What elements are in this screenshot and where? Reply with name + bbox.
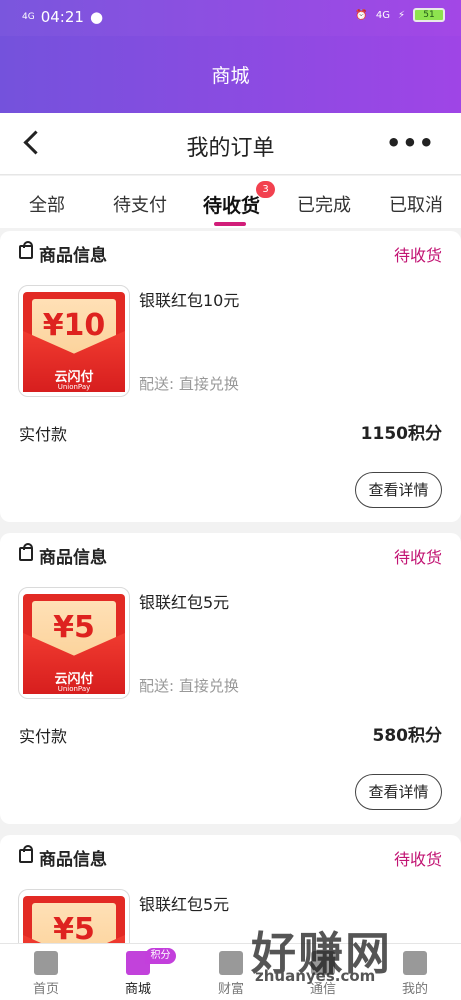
tab-pending-receipt[interactable]: 待收货	[203, 191, 260, 218]
delivery-method: 配送: 直接兑换	[139, 677, 239, 695]
status-bar: 4G 04:21 ● ⏰ 4G ⚡ 51	[0, 0, 461, 36]
order-status: 待收货	[393, 548, 442, 567]
order-tabs: 全部 待支付 待收货 3 已完成 已取消	[0, 176, 461, 228]
coupon-value: ¥5	[53, 610, 95, 645]
shopping-bag-icon	[19, 845, 33, 863]
header-banner: 商城	[0, 36, 461, 113]
view-details-button[interactable]: 查看详情	[355, 472, 442, 508]
order-card: 商品信息 待收货 ¥10 云闪付 UnionPay 银联红包10元 配送: 直接…	[0, 231, 461, 522]
pending-receipt-badge: 3	[256, 181, 275, 198]
tab-pending-payment[interactable]: 待支付	[113, 191, 167, 217]
watermark-logo: 好赚网 zhuanyes.com	[251, 917, 451, 997]
paid-value: 1150积分	[360, 424, 442, 444]
home-icon	[34, 951, 58, 975]
network-type: 4G	[375, 9, 390, 21]
more-button[interactable]: •••	[386, 129, 435, 157]
alarm-icon: ⏰	[355, 9, 368, 21]
delivery-method: 配送: 直接兑换	[139, 375, 239, 393]
order-status: 待收货	[393, 850, 442, 869]
order-card: 商品信息 待收货 ¥5 云闪付 UnionPay 银联红包5元 配送: 直接兑换…	[0, 533, 461, 824]
bottom-nav-label: 商城	[124, 982, 151, 997]
active-tab-indicator	[214, 222, 246, 226]
tab-all[interactable]: 全部	[29, 191, 65, 217]
page-title: 商城	[211, 65, 250, 87]
points-badge: 积分	[145, 948, 176, 964]
charging-icon: ⚡	[397, 9, 405, 21]
tab-cancelled[interactable]: 已取消	[389, 191, 443, 217]
wallet-icon	[219, 951, 243, 975]
signal-indicator: 4G	[22, 11, 35, 22]
red-envelope-icon: ¥5 云闪付 UnionPay	[23, 594, 125, 694]
paid-label: 实付款	[19, 425, 68, 444]
battery-icon: 51	[413, 8, 445, 22]
message-icon: ●	[89, 8, 104, 26]
bottom-nav-label: 首页	[32, 982, 59, 997]
section-title: 商品信息	[39, 548, 107, 568]
paid-value: 580积分	[372, 726, 443, 746]
status-time: 04:21	[40, 8, 84, 26]
tab-completed[interactable]: 已完成	[297, 191, 351, 217]
paid-label: 实付款	[19, 727, 68, 746]
status-left: 4G 04:21 ●	[22, 8, 103, 26]
coupon-brand-sub: UnionPay	[57, 685, 91, 693]
product-name[interactable]: 银联红包5元	[139, 589, 229, 613]
coupon-brand-sub: UnionPay	[57, 383, 91, 391]
view-details-button[interactable]: 查看详情	[355, 774, 442, 810]
shopping-bag-icon	[19, 543, 33, 561]
product-image[interactable]: ¥10 云闪付 UnionPay	[18, 285, 130, 397]
product-name[interactable]: 银联红包10元	[139, 287, 239, 311]
section-title: 商品信息	[39, 850, 107, 870]
coupon-value: ¥5	[53, 912, 95, 947]
section-title: 商品信息	[39, 246, 107, 266]
shopping-bag-icon	[19, 241, 33, 259]
order-nav-bar: 我的订单 •••	[0, 113, 461, 175]
order-status: 待收货	[393, 246, 442, 265]
bottom-nav-home[interactable]: 首页	[16, 951, 76, 997]
coupon-value: ¥10	[42, 308, 106, 343]
watermark-sub: zhuanyes.com	[255, 967, 376, 985]
status-right: ⏰ 4G ⚡ 51	[355, 8, 445, 22]
product-image[interactable]: ¥5 云闪付 UnionPay	[18, 587, 130, 699]
red-envelope-icon: ¥10 云闪付 UnionPay	[23, 292, 125, 392]
product-name[interactable]: 银联红包5元	[139, 891, 229, 915]
